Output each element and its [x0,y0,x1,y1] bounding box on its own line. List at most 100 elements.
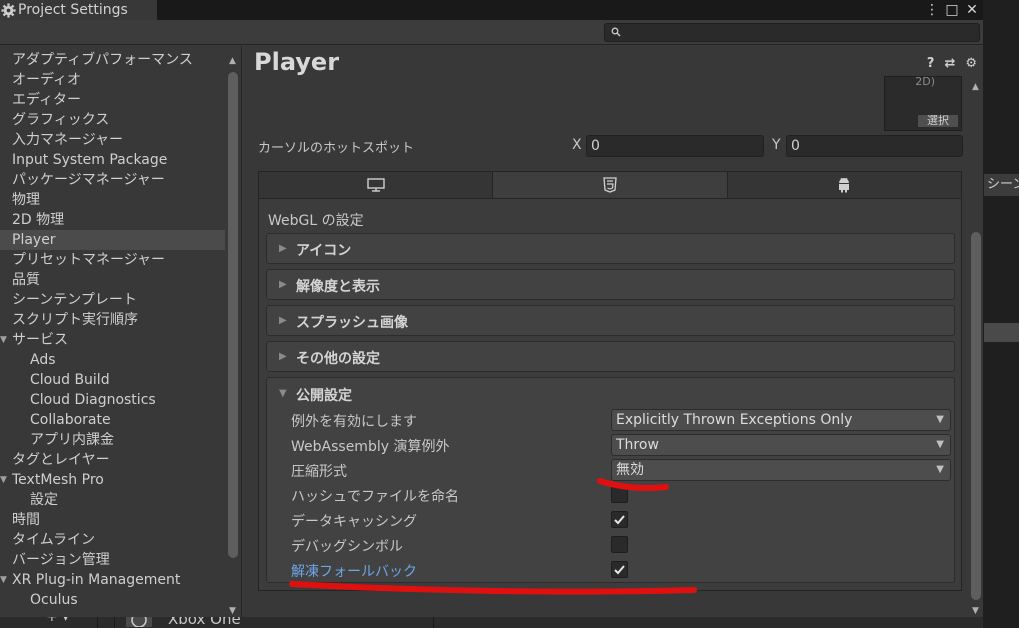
sidebar-item[interactable]: タグとレイヤー [0,450,225,470]
window-tab[interactable]: Project Settings [0,0,157,22]
expand-arrow-icon[interactable]: ▼ [0,570,7,590]
checkmark-icon [614,565,625,575]
sidebar-item[interactable]: Input System Package [0,150,225,170]
desktop-icon [366,178,385,192]
tab-scene[interactable]: シーン [984,174,1019,196]
name-files-as-hashes-checkbox[interactable] [611,486,628,503]
section-publishing: ▼ 公開設定 例外を有効にします Explicitly Thrown Excep… [266,377,955,583]
section-icon[interactable]: ▶ アイコン [266,233,955,264]
sidebar-item-label: 品質 [12,272,40,288]
sidebar-scrollbar[interactable]: ▲ ▼ [226,52,240,616]
enable-exceptions-dropdown[interactable]: Explicitly Thrown Exceptions Only ▼ [611,409,951,431]
gear-icon[interactable]: ⚙ [965,56,977,71]
section-label: 解像度と表示 [296,279,380,295]
presets-icon[interactable]: ⇄ [944,56,955,71]
collapse-arrow-icon[interactable]: ▼ [279,388,287,399]
maximize-icon[interactable]: □ [945,1,959,19]
expand-arrow-icon[interactable]: ▼ [0,330,7,350]
background-bar [984,323,1019,342]
sidebar-item-label: サービス [12,332,68,348]
add-dropdown-button[interactable]: + ▾ [46,617,69,625]
sidebar-item[interactable]: Collaborate [0,410,225,430]
sidebar-item[interactable]: シーンテンプレート [0,290,225,310]
sidebar-item[interactable]: バージョン管理 [0,550,225,570]
section-resolution[interactable]: ▶ 解像度と表示 [266,269,955,300]
sidebar-item[interactable]: グラフィックス [0,110,225,130]
wasm-exceptions-dropdown[interactable]: Throw ▼ [611,434,951,456]
setting-label: 解凍フォールバック [291,564,417,580]
scroll-up-icon[interactable]: ▲ [972,82,979,92]
search-input[interactable] [604,23,980,42]
sidebar-item-label: Ads [30,352,56,368]
sidebar-item[interactable]: 時間 [0,510,225,530]
sidebar-item[interactable]: 設定 [0,490,225,510]
sidebar-item[interactable]: ▼ サービス [0,330,225,350]
tab-android[interactable] [727,172,961,198]
select-texture-button[interactable]: 選択 [917,114,959,128]
section-other[interactable]: ▶ その他の設定 [266,341,955,372]
sidebar-item[interactable]: スクリプト実行順序 [0,310,225,330]
setting-row-name-files-as-hashes: ハッシュでファイルを命名 [291,484,951,506]
expand-arrow-icon: ▶ [279,315,287,326]
window-controls: ⋮ □ ✕ [925,0,983,20]
more-options-icon[interactable]: ⋮ [925,1,939,19]
sidebar-item[interactable]: 物理 [0,190,225,210]
main-scrollbar[interactable]: ▲ ▼ [969,76,983,616]
cursor-hotspot-row: カーソルのホットスポット X 0 Y 0 [258,135,963,157]
scrollbar-thumb[interactable] [971,232,981,600]
sidebar-item[interactable]: プリセットマネージャー [0,250,225,270]
page-title: Player [254,48,340,76]
setting-row-debug-symbols: デバッグシンボル [291,534,951,556]
dropdown-arrow-icon: ▼ [936,464,944,475]
section-splash[interactable]: ▶ スプラッシュ画像 [266,305,955,336]
expand-arrow-icon: ▶ [279,279,287,290]
sidebar-item[interactable]: ▼ XR Plug-in Management [0,570,225,590]
tab-standalone[interactable] [259,172,494,198]
scroll-down-icon[interactable]: ▼ [972,606,979,616]
sidebar-item[interactable]: エディター [0,90,225,110]
sidebar-item[interactable]: タイムライン [0,530,225,550]
expand-arrow-icon: ▶ [279,351,287,362]
sidebar-item[interactable]: Ads [0,350,225,370]
debug-symbols-checkbox[interactable] [611,536,628,553]
sidebar-item[interactable]: アプリ内課金 [0,430,225,450]
scroll-down-icon[interactable]: ▼ [229,606,236,616]
checkmark-icon [614,515,625,525]
hotspot-y-field[interactable]: 0 [786,135,963,157]
sidebar-item[interactable]: 2D 物理 [0,210,225,230]
close-icon[interactable]: ✕ [965,1,979,19]
sidebar-item[interactable]: アダプティブパフォーマンス [0,50,225,70]
sidebar-item-label: アダプティブパフォーマンス [12,52,193,68]
scroll-up-icon[interactable]: ▲ [229,56,236,66]
decompression-fallback-checkbox[interactable] [611,561,628,578]
html5-icon [603,177,617,193]
sidebar-item[interactable]: パッケージマネージャー [0,170,225,190]
webgl-settings-title: WebGL の設定 [268,213,364,229]
unity-project-settings: Project Settings ⋮ □ ✕ アダプティブパフォーマンスオーディ… [0,0,1019,628]
platform-item-label[interactable]: Xbox One [168,617,241,628]
expand-arrow-icon: ▶ [279,243,287,254]
tab-webgl[interactable] [493,172,728,198]
sidebar-item-label: グラフィックス [12,112,110,128]
sidebar-item[interactable]: Cloud Diagnostics [0,390,225,410]
sidebar-item[interactable]: ▼ TextMesh Pro [0,470,225,490]
sidebar-item[interactable]: 品質 [0,270,225,290]
expand-arrow-icon[interactable]: ▼ [0,470,7,490]
sidebar-item[interactable]: Player [0,230,225,250]
section-label[interactable]: 公開設定 [296,385,352,405]
help-icon[interactable]: ? [927,56,935,71]
sidebar-list: アダプティブパフォーマンスオーディオ エディターグラフィックス入力マネージャー In… [0,50,225,610]
section-label: スプラッシュ画像 [296,315,408,331]
setting-label: 圧縮形式 [291,464,347,480]
scrollbar-thumb[interactable] [228,72,238,558]
sidebar-item[interactable]: Cloud Build [0,370,225,390]
section-label: その他の設定 [296,351,380,367]
sidebar-item-label: スクリプト実行順序 [12,312,138,328]
data-caching-checkbox[interactable] [611,511,628,528]
sidebar-item[interactable]: Oculus [0,590,225,610]
sidebar-item[interactable]: 入力マネージャー [0,130,225,150]
hotspot-x-field[interactable]: 0 [586,135,764,157]
sidebar-item-label: プリセットマネージャー [12,252,166,268]
sidebar-item[interactable]: オーディオ [0,70,225,90]
compression-format-dropdown[interactable]: 無効 ▼ [611,459,951,481]
